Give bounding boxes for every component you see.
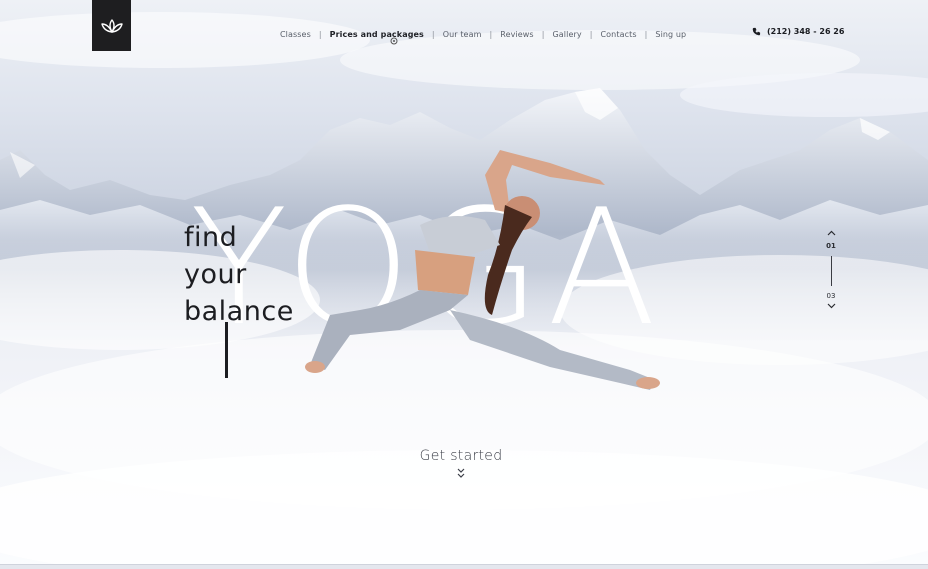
- chevron-down-icon[interactable]: [827, 303, 836, 309]
- slide-progress-line: [830, 256, 832, 286]
- nav-item-classes[interactable]: Classes: [280, 30, 311, 39]
- contact-phone[interactable]: (212) 348 - 26 26: [752, 27, 844, 36]
- hero-headline: find your balance: [184, 219, 294, 330]
- logo[interactable]: [92, 0, 131, 51]
- chevron-up-icon[interactable]: [827, 230, 836, 236]
- lotus-icon: [100, 18, 123, 33]
- slider-pagination: 01 03: [822, 230, 840, 311]
- nav-item-prices[interactable]: Prices and packages: [330, 30, 424, 39]
- nav-item-team[interactable]: Our team: [443, 30, 482, 39]
- nav-separator: |: [489, 29, 493, 39]
- nav-item-gallery[interactable]: Gallery: [553, 30, 582, 39]
- nav-item-signup[interactable]: Sing up: [655, 30, 686, 39]
- get-started-button[interactable]: Get started: [400, 448, 522, 484]
- slide-total: 03: [826, 292, 836, 300]
- hero-stage: YOGA find your balance: [0, 0, 928, 569]
- nav-item-reviews[interactable]: Reviews: [500, 30, 533, 39]
- phone-number: (212) 348 - 26 26: [767, 27, 845, 36]
- phone-icon: [752, 27, 761, 36]
- bottom-border: [0, 564, 928, 569]
- headline-line-1: find: [184, 222, 238, 253]
- double-chevron-down-icon: [457, 468, 465, 478]
- headline-line-3: balance: [184, 296, 294, 327]
- nav-separator: |: [431, 29, 435, 39]
- cursor-icon: [390, 37, 398, 45]
- get-started-label: Get started: [419, 448, 503, 464]
- slide-current: 01: [826, 242, 836, 250]
- headline-line-2: your: [184, 259, 247, 290]
- nav-separator: |: [541, 29, 545, 39]
- nav-separator: |: [644, 29, 648, 39]
- nav-item-contacts[interactable]: Contacts: [601, 30, 637, 39]
- headline-accent-bar: [225, 322, 228, 378]
- nav-separator: |: [589, 29, 593, 39]
- yoga-figure: [305, 150, 660, 390]
- main-nav: Classes | Prices and packages | Our team…: [280, 27, 686, 41]
- nav-separator: |: [318, 29, 322, 39]
